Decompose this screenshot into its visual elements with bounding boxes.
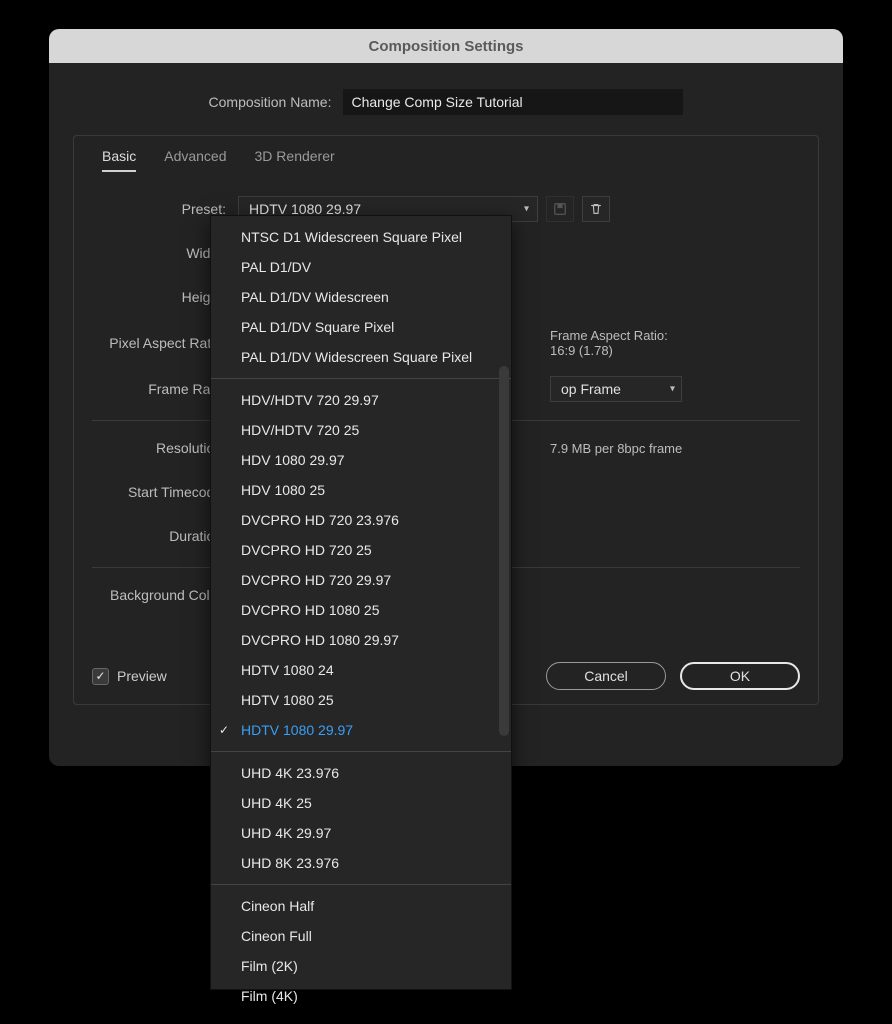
frame-aspect-label: Frame Aspect Ratio: <box>550 328 668 343</box>
preset-option-label: Cineon Half <box>241 898 314 914</box>
preset-option[interactable]: HDV 1080 29.97 <box>211 445 511 475</box>
preset-dropdown-menu[interactable]: NTSC D1 Widescreen Square Pixel PAL D1/DV… <box>210 215 512 990</box>
preset-option[interactable]: DVCPRO HD 1080 25 <box>211 595 511 625</box>
preset-option[interactable]: DVCPRO HD 720 29.97 <box>211 565 511 595</box>
trash-icon <box>589 202 603 216</box>
preset-option-label: HDTV 1080 25 <box>241 692 334 708</box>
dialog-titlebar: Composition Settings <box>49 29 843 63</box>
preset-option-label: PAL D1/DV <box>241 259 311 275</box>
preset-option-label: HDV/HDTV 720 29.97 <box>241 392 379 408</box>
preset-option[interactable]: Film (2K) <box>211 951 511 981</box>
ok-button[interactable]: OK <box>680 662 800 690</box>
composition-name-input[interactable] <box>343 89 683 115</box>
drop-frame-value: op Frame <box>561 381 621 397</box>
preview-checkbox[interactable]: ✓ <box>92 668 109 685</box>
preset-option-label: PAL D1/DV Square Pixel <box>241 319 394 335</box>
preset-option[interactable]: DVCPRO HD 720 23.976 <box>211 505 511 535</box>
composition-name-label: Composition Name: <box>209 94 332 110</box>
preset-option-label: UHD 8K 23.976 <box>241 855 339 871</box>
footer-buttons: Cancel OK <box>546 662 800 690</box>
preset-option[interactable]: HDV/HDTV 720 29.97 <box>211 385 511 415</box>
preset-option-label: HDV 1080 29.97 <box>241 452 345 468</box>
preset-option-label: HDTV 1080 29.97 <box>241 722 353 738</box>
tabs: Basic Advanced 3D Renderer <box>92 136 800 182</box>
preset-option-label: PAL D1/DV Widescreen <box>241 289 389 305</box>
preset-option-label: DVCPRO HD 1080 29.97 <box>241 632 399 648</box>
chevron-down-icon: ▾ <box>524 204 529 215</box>
save-preset-button[interactable] <box>546 196 574 222</box>
preset-option-label: Film (2K) <box>241 958 298 974</box>
preset-option-label: DVCPRO HD 720 29.97 <box>241 572 391 588</box>
preset-option-label: NTSC D1 Widescreen Square Pixel <box>241 229 462 245</box>
delete-preset-button[interactable] <box>582 196 610 222</box>
preset-option-label: DVCPRO HD 720 25 <box>241 542 372 558</box>
composition-name-row: Composition Name: <box>73 89 819 115</box>
tab-advanced[interactable]: Advanced <box>164 148 226 172</box>
tab-3d-renderer[interactable]: 3D Renderer <box>255 148 335 172</box>
cancel-button[interactable]: Cancel <box>546 662 666 690</box>
check-icon: ✓ <box>219 723 229 737</box>
preset-option[interactable]: PAL D1/DV Widescreen <box>211 282 511 312</box>
dialog-title: Composition Settings <box>369 38 524 55</box>
preset-option-label: HDTV 1080 24 <box>241 662 334 678</box>
resolution-info: 7.9 MB per 8bpc frame <box>550 441 682 456</box>
preset-option[interactable]: PAL D1/DV <box>211 252 511 282</box>
preset-option[interactable]: DVCPRO HD 720 25 <box>211 535 511 565</box>
preset-option[interactable]: NTSC D1 Widescreen Square Pixel <box>211 222 511 252</box>
preset-option-label: Cineon Full <box>241 928 312 944</box>
preset-option-label: UHD 4K 23.976 <box>241 765 339 781</box>
preview-label: Preview <box>117 668 167 684</box>
frame-aspect-block: Frame Aspect Ratio: 16:9 (1.78) <box>550 328 668 358</box>
preset-option[interactable]: UHD 4K 25 <box>211 788 511 818</box>
preset-option[interactable]: HDTV 1080 25 <box>211 685 511 715</box>
preset-option[interactable]: PAL D1/DV Widescreen Square Pixel <box>211 342 511 372</box>
frame-aspect-value: 16:9 (1.78) <box>550 343 668 358</box>
preset-option[interactable]: UHD 8K 23.976 <box>211 848 511 878</box>
tab-basic[interactable]: Basic <box>102 148 136 172</box>
chevron-down-icon: ▾ <box>670 384 675 395</box>
preset-option[interactable]: Cineon Full <box>211 921 511 951</box>
preset-option[interactable]: DVCPRO HD 1080 29.97 <box>211 625 511 655</box>
preset-option[interactable]: UHD 4K 29.97 <box>211 818 511 848</box>
preset-option-label: DVCPRO HD 1080 25 <box>241 602 380 618</box>
preset-option-label: UHD 4K 29.97 <box>241 825 331 841</box>
preset-option-label: DVCPRO HD 720 23.976 <box>241 512 399 528</box>
preset-option[interactable]: HDV 1080 25 <box>211 475 511 505</box>
preset-option[interactable]: Cineon Half <box>211 891 511 921</box>
drop-frame-select[interactable]: op Frame ▾ <box>550 376 682 402</box>
preset-option-label: UHD 4K 25 <box>241 795 312 811</box>
preset-option[interactable]: HDTV 1080 24 <box>211 655 511 685</box>
preset-option-label: HDV/HDTV 720 25 <box>241 422 359 438</box>
preset-option-label: Film (4K) <box>241 988 298 1004</box>
preview-checkbox-wrap[interactable]: ✓ Preview <box>92 668 167 685</box>
preset-option-label: PAL D1/DV Widescreen Square Pixel <box>241 349 472 365</box>
preset-option-label: HDV 1080 25 <box>241 482 325 498</box>
preset-option[interactable]: UHD 4K 23.976 <box>211 758 511 788</box>
preset-option[interactable]: ✓ HDTV 1080 29.97 <box>211 715 511 745</box>
preset-option[interactable]: HDV/HDTV 720 25 <box>211 415 511 445</box>
save-preset-icon <box>553 202 567 216</box>
preset-option[interactable]: PAL D1/DV Square Pixel <box>211 312 511 342</box>
preset-option[interactable]: Film (4K) <box>211 981 511 1011</box>
